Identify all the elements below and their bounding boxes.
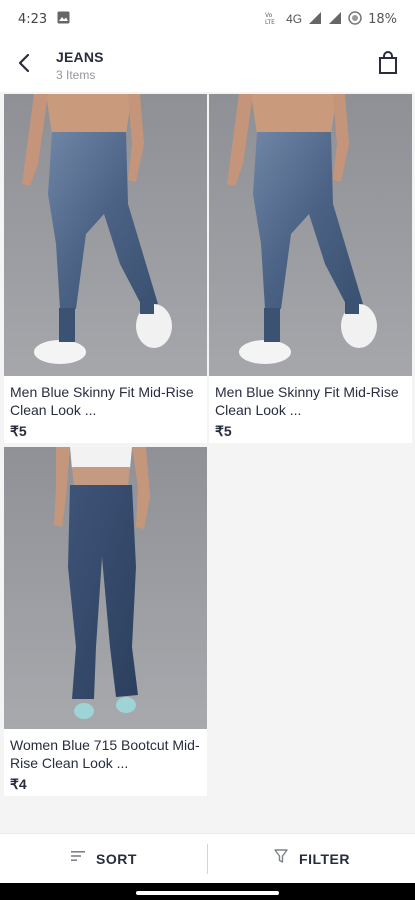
product-image[interactable] [4,94,207,376]
product-card[interactable]: Men Blue Skinny Fit Mid-Rise Clean Look … [209,94,412,443]
product-card[interactable]: Women Blue 715 Bootcut Mid-Rise Clean Lo… [4,447,207,796]
product-info: Men Blue Skinny Fit Mid-Rise Clean Look … [209,376,412,443]
item-count: 3 Items [56,67,96,82]
svg-text:LTE: LTE [265,19,275,25]
volte-icon: Vo LTE [264,11,280,28]
signal-icon [308,11,322,28]
sort-label: SORT [96,850,137,867]
svg-text:Vo: Vo [265,12,273,19]
product-card[interactable]: Men Blue Skinny Fit Mid-Rise Clean Look … [4,94,207,443]
signal-icon-2 [328,11,342,28]
back-arrow-icon [14,52,36,79]
sort-filter-bar: SORT FILTER [0,833,415,883]
product-info: Women Blue 715 Bootcut Mid-Rise Clean Lo… [4,729,207,796]
filter-label: FILTER [299,850,350,867]
home-gesture-handle[interactable] [136,891,279,895]
product-image[interactable] [4,447,207,729]
filter-funnel-icon [273,848,289,869]
gesture-nav-area [0,883,415,900]
filter-button[interactable]: FILTER [208,834,415,884]
page-title: JEANS [56,48,104,65]
product-price: ₹5 [215,423,232,439]
product-price: ₹4 [10,776,27,792]
back-button[interactable] [0,38,50,92]
status-bar: 4:23 Vo LTE 4G 18% [0,0,415,38]
product-info: Men Blue Skinny Fit Mid-Rise Clean Look … [4,376,207,443]
battery-icon [348,10,362,28]
network-type: 4G [286,12,303,26]
shopping-bag-icon [377,50,399,80]
product-name: Men Blue Skinny Fit Mid-Rise Clean Look … [10,384,194,418]
bag-button[interactable] [361,38,415,92]
battery-percent: 18% [368,11,397,27]
product-price: ₹5 [10,423,27,439]
sort-button[interactable]: SORT [0,834,207,884]
gallery-notification-icon [57,11,70,27]
status-time: 4:23 [18,11,48,27]
product-name: Men Blue Skinny Fit Mid-Rise Clean Look … [215,384,399,418]
header-title-block: JEANS 3 Items [56,49,104,82]
product-name: Women Blue 715 Bootcut Mid-Rise Clean Lo… [10,737,200,771]
sort-icon [70,849,86,868]
product-image[interactable] [209,94,412,376]
app-header: JEANS 3 Items [0,38,415,92]
